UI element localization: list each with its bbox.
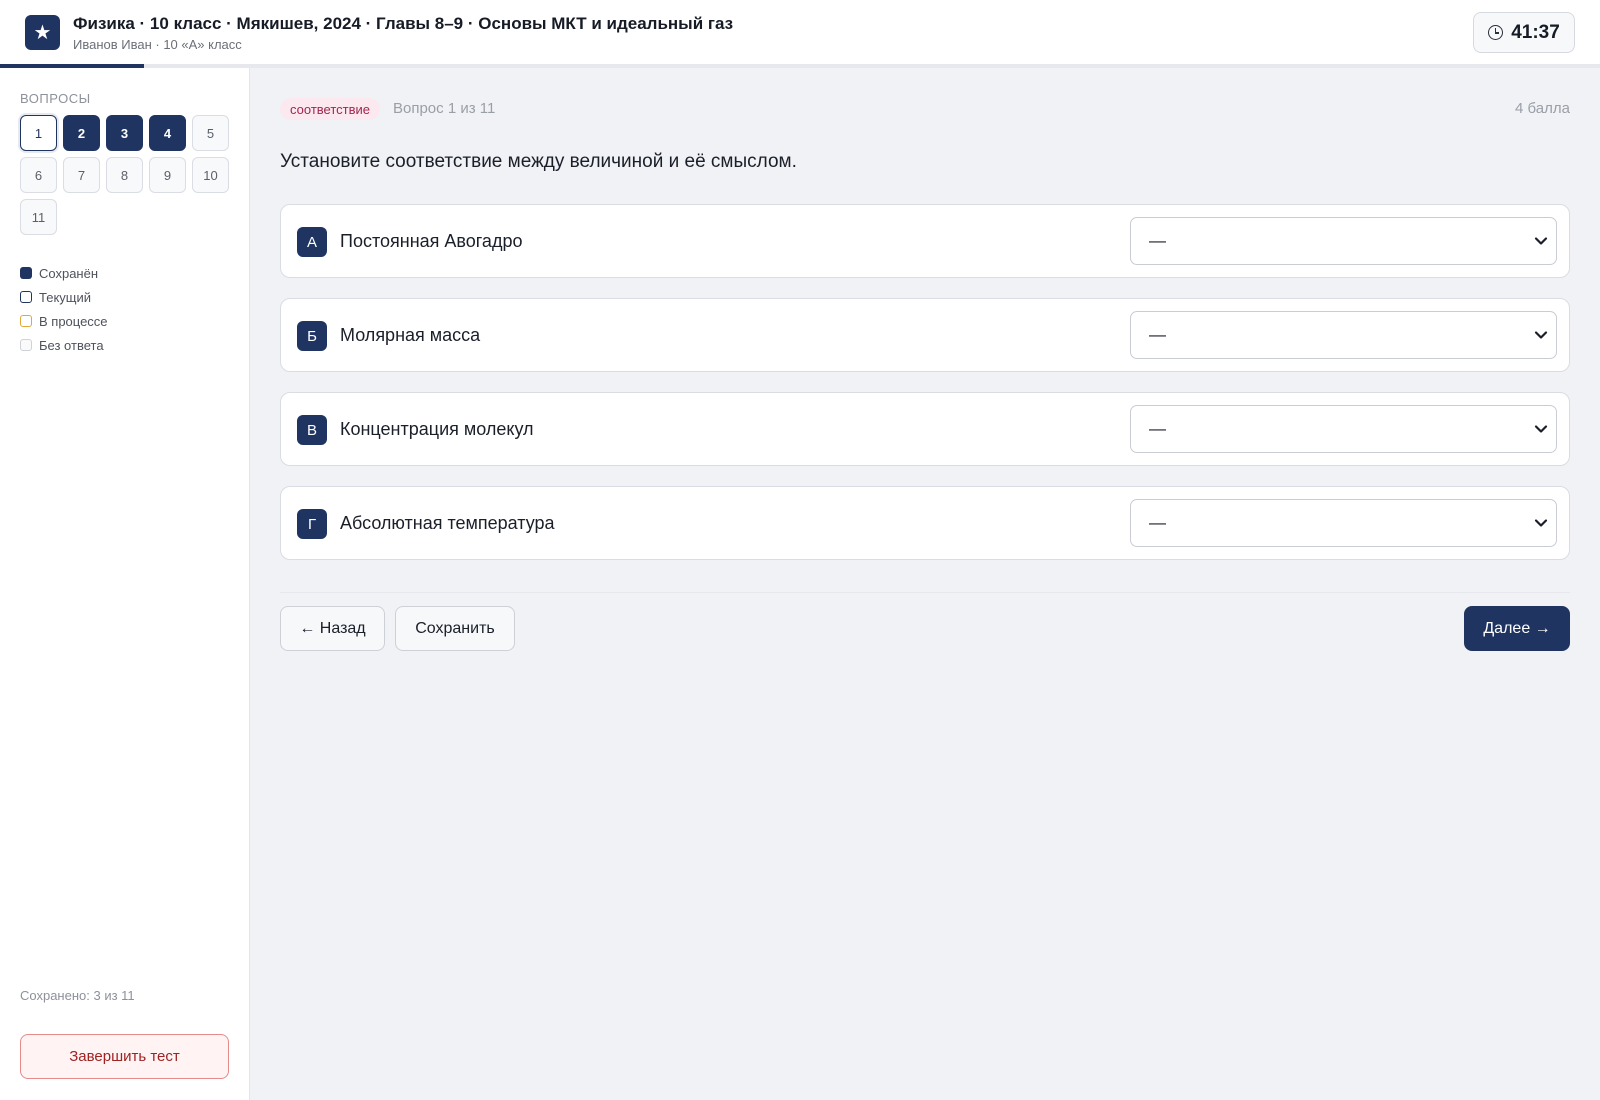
save-button[interactable]: Сохранить — [395, 606, 515, 651]
select-value: — — [1149, 419, 1166, 438]
row-label: Концентрация молекул — [340, 419, 534, 439]
legend-label: В процессе — [39, 313, 108, 329]
top-bar: ★ Физика · 10 класс · Мякишев, 2024 · Гл… — [0, 0, 1600, 68]
legend-label: Текущий — [39, 289, 91, 305]
match-rows: А Постоянная Авогадро — Б Молярная масса… — [280, 204, 1570, 580]
match-select[interactable]: — — [1130, 405, 1557, 453]
questions-heading: ВОПРОСЫ — [20, 91, 91, 106]
match-row: А Постоянная Авогадро — — [280, 204, 1570, 278]
row-letter: А — [297, 227, 327, 257]
legend-label: Без ответа — [39, 337, 104, 353]
back-button[interactable]: ← Назад — [280, 606, 385, 651]
question-number: Вопрос 1 из 11 — [393, 100, 496, 117]
select-value: — — [1149, 513, 1166, 532]
question-nav-2[interactable]: 2 — [63, 115, 100, 151]
timer-value: 41:37 — [1511, 21, 1560, 43]
row-label: Молярная масса — [340, 325, 481, 345]
student-info: Иванов Иван · 10 «А» класс — [73, 37, 242, 52]
divider — [280, 592, 1570, 593]
legend-swatch — [20, 315, 32, 327]
row-label: Постоянная Авогадро — [340, 231, 523, 251]
select-value: — — [1149, 231, 1166, 250]
row-letter: Б — [297, 321, 327, 351]
legend-swatch — [20, 291, 32, 303]
question-navigator: 1 2 3 4 5 6 7 8 9 10 11 — [20, 115, 235, 235]
legend-item-saved: Сохранён — [20, 261, 108, 285]
row-letter: В — [297, 415, 327, 445]
question-nav-5[interactable]: 5 — [192, 115, 229, 151]
match-row: Г Абсолютная температура — — [280, 486, 1570, 560]
clock-icon — [1488, 25, 1504, 40]
question-nav-7[interactable]: 7 — [63, 157, 100, 193]
next-button[interactable]: Далее → — [1464, 606, 1570, 651]
question-nav-8[interactable]: 8 — [106, 157, 143, 193]
star-icon: ★ — [25, 15, 60, 50]
page-title: Физика · 10 класс · Мякишев, 2024 · Глав… — [73, 14, 734, 33]
legend-swatch — [20, 267, 32, 279]
match-select[interactable]: — — [1130, 217, 1557, 265]
question-type-badge: соответствие — [280, 98, 380, 120]
legend-item-progress: В процессе — [20, 309, 108, 333]
sidebar: ВОПРОСЫ 1 2 3 4 5 6 7 8 9 10 11 Сохранён Текущий В п… — [0, 68, 250, 1100]
match-row: В Концентрация молекул — — [280, 392, 1570, 466]
chevron-down-icon — [1534, 519, 1548, 527]
question-points: 4 балла — [1515, 100, 1570, 117]
question-nav-4[interactable]: 4 — [149, 115, 186, 151]
legend-label: Сохранён — [39, 265, 99, 281]
saved-count: Сохранено: 3 из 11 — [20, 988, 135, 1003]
match-select[interactable]: — — [1130, 311, 1557, 359]
question-meta: соответствие Вопрос 1 из 11 4 балла — [280, 98, 1570, 122]
row-letter: Г — [297, 509, 327, 539]
question-nav-3[interactable]: 3 — [106, 115, 143, 151]
chevron-down-icon — [1534, 237, 1548, 245]
chevron-down-icon — [1534, 331, 1548, 339]
chevron-down-icon — [1534, 425, 1548, 433]
row-label: Абсолютная температура — [340, 513, 555, 533]
question-nav-1[interactable]: 1 — [20, 115, 57, 151]
match-select[interactable]: — — [1130, 499, 1557, 547]
question-nav-10[interactable]: 10 — [192, 157, 229, 193]
legend-swatch — [20, 339, 32, 351]
finish-test-button[interactable]: Завершить тест — [20, 1034, 229, 1079]
question-nav-11[interactable]: 11 — [20, 199, 57, 235]
match-row: Б Молярная масса — — [280, 298, 1570, 372]
question-nav-9[interactable]: 9 — [149, 157, 186, 193]
status-legend: Сохранён Текущий В процессе Без ответа — [20, 261, 108, 357]
question-nav-6[interactable]: 6 — [20, 157, 57, 193]
select-value: — — [1149, 325, 1166, 344]
legend-item-current: Текущий — [20, 285, 108, 309]
legend-item-none: Без ответа — [20, 333, 108, 357]
question-text: Установите соответствие между величиной … — [280, 151, 797, 172]
timer: 41:37 — [1473, 12, 1575, 53]
